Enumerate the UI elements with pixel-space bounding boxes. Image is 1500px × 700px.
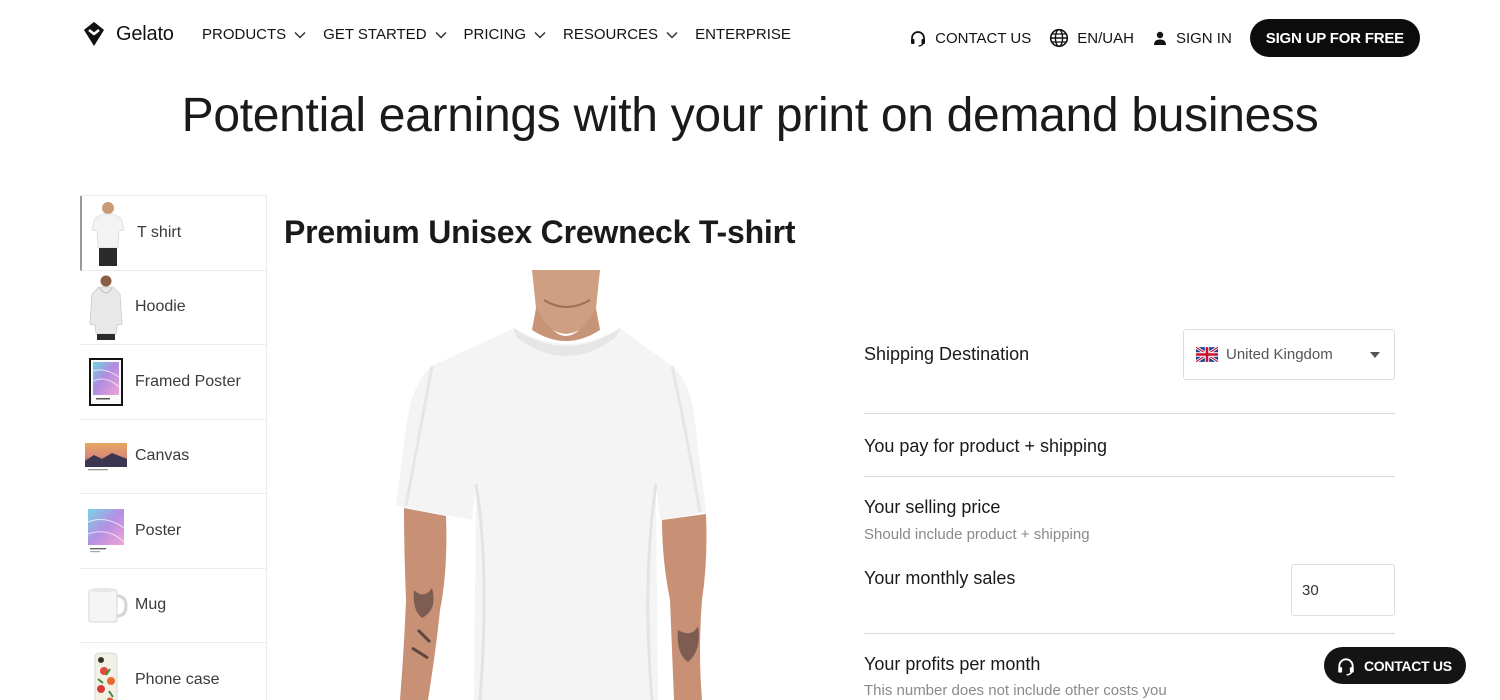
sidebar-item-framed-poster[interactable]: Framed Poster [80, 345, 266, 420]
sidebar-item-canvas[interactable]: Canvas [80, 420, 266, 494]
product-title: Premium Unisex Crewneck T-shirt [284, 214, 796, 250]
profit-hint: This number does not include other costs… [864, 682, 1167, 699]
framed-poster-thumbnail-icon [84, 348, 128, 415]
chevron-down-icon [666, 31, 678, 39]
headset-icon [1338, 657, 1354, 676]
shipping-destination-label: Shipping Destination [864, 344, 1030, 364]
product-type-list: T shirt Hoodie Framed Poster Canvas Post… [80, 195, 267, 700]
uk-flag-icon [1196, 347, 1218, 362]
chevron-down-icon [294, 31, 306, 39]
floating-contact-button[interactable]: CONTACT US [1324, 647, 1466, 684]
sidebar-item-label: Hoodie [135, 298, 186, 316]
main-nav: PRODUCTS GET STARTED PRICING RESOURCES E… [202, 26, 791, 43]
mug-thumbnail-icon [84, 572, 128, 639]
nav-label: ENTERPRISE [695, 26, 791, 43]
shipping-destination-value: United Kingdom [1226, 346, 1333, 363]
gelato-logo-icon [84, 22, 104, 46]
sidebar-item-tshirt[interactable]: T shirt [80, 196, 266, 271]
nav-label: PRODUCTS [202, 26, 287, 43]
nav-label: RESOURCES [563, 26, 659, 43]
sidebar-item-poster[interactable]: Poster [80, 494, 266, 569]
profit-row: Your profits per month This number does … [864, 634, 1395, 700]
locale-label: EN/UAH [1077, 29, 1134, 47]
phone-case-thumbnail-icon [84, 646, 128, 700]
sidebar-item-label: Mug [135, 596, 167, 614]
poster-thumbnail-icon [84, 497, 128, 564]
contact-us-label: CONTACT US [935, 29, 1032, 47]
profit-label: Your profits per month [864, 654, 1041, 674]
sidebar-item-label: Poster [135, 521, 182, 539]
sidebar-item-label: Canvas [135, 447, 190, 465]
nav-products[interactable]: PRODUCTS [202, 26, 307, 43]
product-photo [300, 270, 750, 700]
sidebar-item-phone-case[interactable]: Phone case [80, 643, 266, 700]
pay-label: You pay for product + shipping [864, 436, 1108, 456]
chevron-down-icon [534, 31, 546, 39]
user-icon [1153, 31, 1166, 45]
sidebar-item-label: T shirt [137, 223, 182, 241]
gelato-logo[interactable]: Gelato [80, 20, 174, 48]
nav-get-started[interactable]: GET STARTED [323, 26, 447, 43]
globe-icon [1050, 28, 1069, 48]
selling-price-label: Your selling price [864, 497, 1001, 517]
sign-in-label: SIGN IN [1175, 29, 1232, 47]
monthly-sales-input[interactable] [1291, 564, 1395, 616]
caret-down-icon [1370, 352, 1380, 358]
page-title: Potential earnings with your print on de… [181, 89, 1319, 142]
nav-resources[interactable]: RESOURCES [563, 26, 679, 43]
sidebar-item-mug[interactable]: Mug [80, 569, 266, 643]
logo-text: Gelato [116, 22, 174, 45]
site-header: Gelato PRODUCTS GET STARTED PRICING RESO… [0, 0, 1500, 72]
pay-row: You pay for product + shipping [864, 414, 1395, 477]
hoodie-thumbnail-icon [84, 274, 128, 341]
nav-label: GET STARTED [323, 26, 427, 43]
selling-row: Your selling price Should include produc… [864, 477, 1395, 634]
sign-in-link[interactable]: SIGN IN [1152, 30, 1232, 47]
nav-pricing[interactable]: PRICING [464, 26, 548, 43]
nav-enterprise[interactable]: ENTERPRISE [695, 26, 791, 43]
tshirt-model-image [300, 270, 750, 700]
contact-us-link[interactable]: CONTACT US [909, 29, 1031, 47]
earnings-calculator: Shipping Destination United Kingdom You … [864, 326, 1395, 700]
shipping-row: Shipping Destination United Kingdom [864, 326, 1395, 414]
sign-up-button[interactable]: SIGN UP FOR FREE [1249, 19, 1420, 57]
header-actions: CONTACT US EN/UAH SIGN IN SIGN UP FOR FR… [909, 19, 1420, 57]
nav-label: PRICING [463, 26, 527, 43]
shipping-destination-select[interactable]: United Kingdom [1183, 329, 1395, 380]
sidebar-item-label: Phone case [135, 670, 220, 688]
sidebar-item-hoodie[interactable]: Hoodie [80, 271, 266, 345]
locale-selector[interactable]: EN/UAH [1049, 28, 1134, 48]
headset-icon [911, 31, 926, 47]
selling-price-hint: Should include product + shipping [864, 526, 1090, 543]
tshirt-thumbnail-icon [86, 199, 130, 266]
canvas-thumbnail-icon [84, 423, 128, 490]
floating-contact-label: CONTACT US [1364, 657, 1452, 674]
sidebar-item-label: Framed Poster [135, 372, 241, 390]
chevron-down-icon [435, 31, 447, 39]
monthly-sales-label: Your monthly sales [864, 568, 1016, 588]
